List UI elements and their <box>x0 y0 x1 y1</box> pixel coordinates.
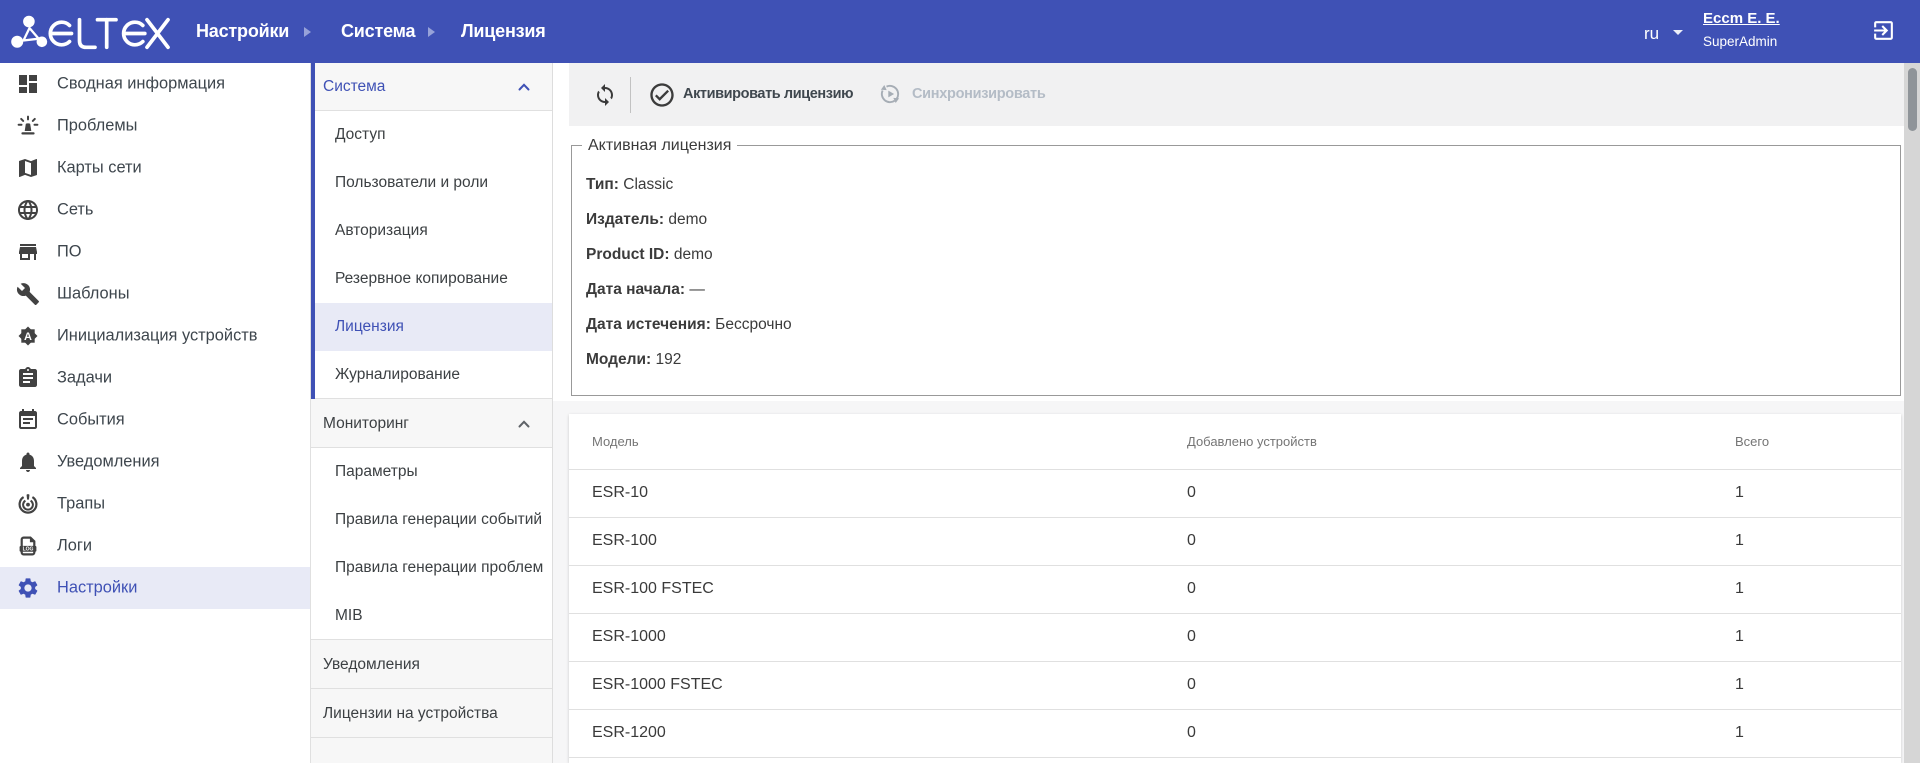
svg-text:LOG: LOG <box>23 547 34 553</box>
svg-text:A: A <box>24 331 32 343</box>
